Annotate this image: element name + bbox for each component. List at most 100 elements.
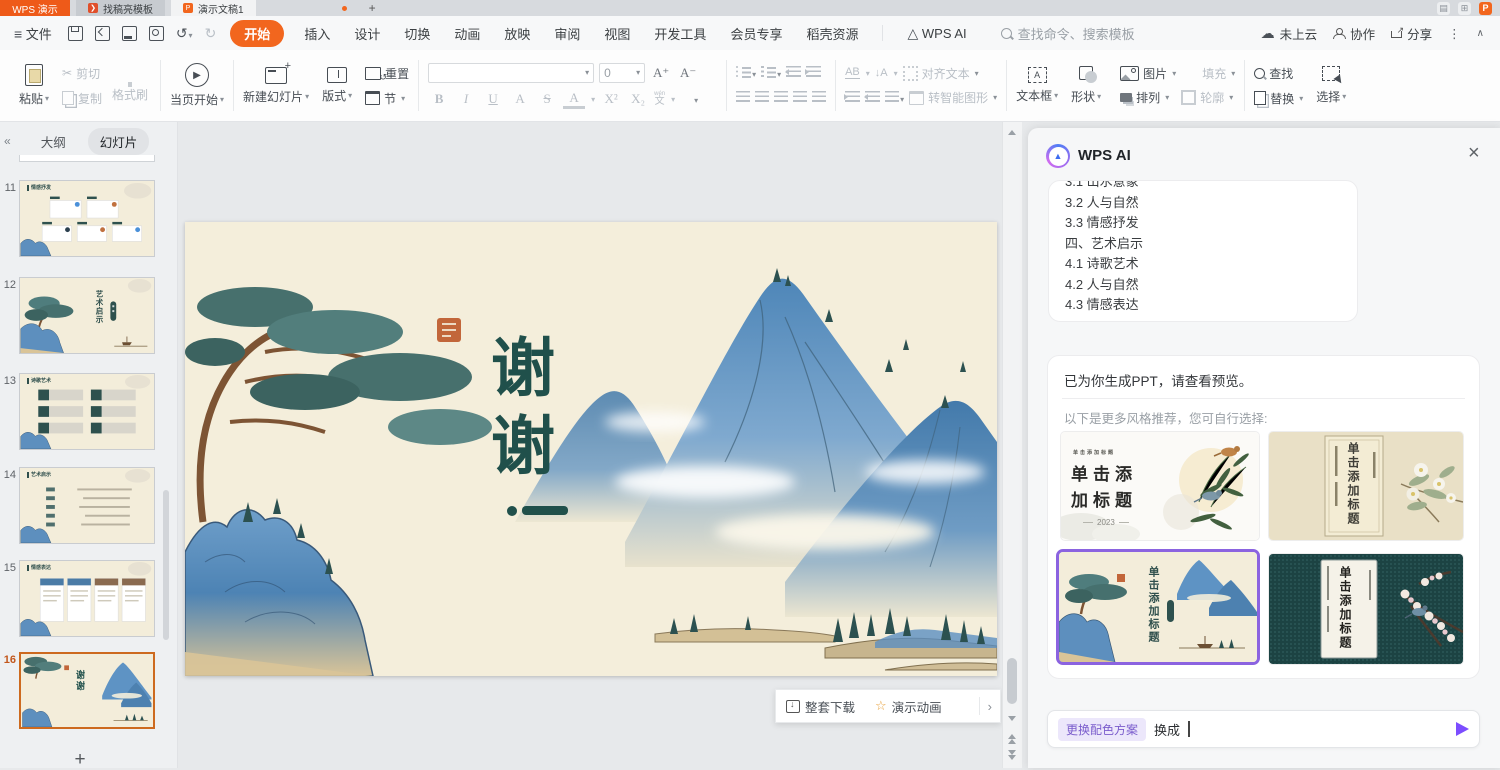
redo-button[interactable]: ↻ <box>205 25 217 42</box>
cloud-status-button[interactable]: ☁未上云 <box>1261 24 1318 43</box>
increase-indent-button[interactable] <box>806 64 821 82</box>
color-scheme-tag[interactable]: 更换配色方案 <box>1058 718 1146 741</box>
line-spacing-3-button[interactable]: ▾ <box>885 89 904 107</box>
slide-title-text[interactable]: 谢谢 <box>485 334 549 614</box>
tab-template-store[interactable]: ❯ 找稿亮模板 <box>76 0 165 16</box>
next-slide-icon2[interactable] <box>1008 755 1016 760</box>
strikethrough-button[interactable]: S <box>536 91 558 107</box>
ai-input-bar[interactable]: 更换配色方案 换成 <box>1047 710 1480 748</box>
menu-tab-animation[interactable]: 动画 <box>450 22 484 45</box>
previous-slide-icon2[interactable] <box>1008 739 1016 744</box>
notes-icon[interactable]: ▤ <box>1437 2 1450 15</box>
menu-tab-member[interactable]: 会员专享 <box>726 22 786 45</box>
tab-document[interactable]: P 演示文稿1 <box>171 0 256 16</box>
reset-button[interactable]: 重置 <box>365 65 409 82</box>
textbox-button[interactable]: A 文本框▾ <box>1016 67 1058 104</box>
print-icon[interactable] <box>122 26 137 41</box>
scroll-down-icon[interactable] <box>1008 716 1016 721</box>
new-tab-button[interactable]: + <box>369 1 376 15</box>
slide-thumbnail-14[interactable]: 14 艺术启示 <box>0 467 178 545</box>
line-spacing-1-button[interactable] <box>845 89 860 107</box>
file-menu[interactable]: ≡ 文件 <box>10 22 56 45</box>
ai-outline-card[interactable]: 3.1 山水意象 3.2 人与自然 3.3 情感抒发 四、艺术启示 4.1 诗歌… <box>1048 180 1358 322</box>
distribute-button[interactable] <box>812 89 826 107</box>
partial-slide-thumbnail[interactable] <box>19 155 155 162</box>
fill-button[interactable]: 填充▾ <box>1188 65 1235 82</box>
new-slide-button[interactable]: 新建幻灯片▾ <box>243 67 309 105</box>
cut-button[interactable]: ✂剪切 <box>62 65 102 82</box>
pinyin-guide-button[interactable]: wén文 <box>654 91 665 107</box>
menu-tab-transition[interactable]: 切换 <box>400 22 434 45</box>
share-button[interactable]: 分享 <box>1391 24 1432 43</box>
underline-button[interactable]: U <box>482 91 504 107</box>
template-option-1[interactable]: 单击添加标题 单击添 加标题 2023 <box>1061 432 1259 540</box>
font-size-select[interactable]: 0▾ <box>599 63 645 83</box>
superscript-button[interactable]: X² <box>600 91 622 107</box>
tab-outline[interactable]: 大纲 <box>29 128 78 155</box>
decrease-indent-button[interactable] <box>786 64 801 82</box>
subscript-button[interactable]: X₂ <box>627 91 649 107</box>
arrange-button[interactable]: 排列▾ <box>1120 89 1169 106</box>
clear-format-button[interactable] <box>704 64 717 82</box>
collapse-ribbon-button[interactable]: ∧ <box>1477 28 1484 39</box>
close-panel-button[interactable]: × <box>1468 142 1480 165</box>
font-color-button[interactable]: A <box>563 90 585 109</box>
send-button[interactable] <box>1456 722 1469 736</box>
undo-button[interactable]: ↺▾ <box>176 25 193 42</box>
sidebar-scrollbar[interactable] <box>163 490 169 640</box>
align-text-button[interactable]: 对齐文本▾ <box>903 65 979 82</box>
menu-tab-devtools[interactable]: 开发工具 <box>650 22 710 45</box>
apps-grid-icon[interactable]: ⊞ <box>1458 2 1471 15</box>
tab-slides[interactable]: 幻灯片 <box>88 128 150 155</box>
section-button[interactable]: 节▾ <box>365 90 409 107</box>
export-icon[interactable] <box>95 26 110 41</box>
add-slide-button[interactable]: + <box>70 750 90 770</box>
text-direction-button[interactable]: AB <box>845 67 860 79</box>
decrease-font-button[interactable]: A⁻ <box>677 65 699 81</box>
vertical-text-button[interactable]: ↓A <box>875 68 888 79</box>
highlight-button[interactable]: ▾ <box>680 90 698 108</box>
menu-tab-view[interactable]: 视图 <box>600 22 634 45</box>
scrollbar-thumb[interactable] <box>1007 658 1017 704</box>
menu-tab-review[interactable]: 审阅 <box>550 22 584 45</box>
bold-button[interactable]: B <box>428 91 450 107</box>
line-spacing-2-button[interactable] <box>865 89 880 107</box>
print-preview-icon[interactable] <box>149 26 164 41</box>
save-icon[interactable] <box>68 26 83 41</box>
bullet-list-button[interactable]: ▾ <box>736 64 756 82</box>
replace-button[interactable]: 替换▾ <box>1254 90 1303 107</box>
slide-thumbnail-13[interactable]: 13 诗歌艺术 <box>0 373 178 451</box>
scroll-up-icon[interactable] <box>1008 130 1016 135</box>
more-options-button[interactable]: ⋮ <box>1448 26 1461 41</box>
collaborate-button[interactable]: 协作 <box>1333 24 1375 43</box>
shapes-button[interactable]: 形状▾ <box>1065 66 1107 105</box>
justify-button[interactable] <box>793 89 807 107</box>
font-family-select[interactable]: ▾ <box>428 63 594 83</box>
find-button[interactable]: 查找 <box>1254 65 1303 82</box>
select-button[interactable]: 选择▾ <box>1310 66 1352 105</box>
menu-tab-insert[interactable]: 插入 <box>300 22 334 45</box>
character-button[interactable]: A <box>509 91 531 107</box>
tab-wps-app[interactable]: WPS 演示 <box>0 0 70 16</box>
align-center-button[interactable] <box>755 89 769 107</box>
italic-button[interactable]: I <box>455 91 477 107</box>
slide-thumbnail-15[interactable]: 15 情感表达 <box>0 560 178 638</box>
menu-tab-slideshow[interactable]: 放映 <box>500 22 534 45</box>
menu-tab-design[interactable]: 设计 <box>350 22 384 45</box>
copy-button[interactable]: 复制 <box>62 90 102 107</box>
align-left-button[interactable] <box>736 89 750 107</box>
dock-expand-chevron[interactable]: › <box>980 699 1000 714</box>
current-slide[interactable]: 谢谢 <box>185 222 997 676</box>
play-from-current-button[interactable]: ▶ 当页开始▾ <box>170 63 224 108</box>
layout-button[interactable]: 版式▾ <box>316 67 358 104</box>
slide-thumbnail-12[interactable]: 12 艺术启示 <box>0 277 178 355</box>
outline-button[interactable]: 轮廓▾ <box>1181 89 1233 106</box>
slide-thumbnail-16-selected[interactable]: 16 谢谢 <box>0 652 178 730</box>
demo-animation-button[interactable]: ☆演示动画 <box>865 697 952 716</box>
numbered-list-button[interactable]: ▾ <box>761 64 781 82</box>
to-smartart-button[interactable]: 转智能图形▾ <box>909 89 997 106</box>
picture-button[interactable]: 图片▾ <box>1120 65 1176 82</box>
canvas-scrollbar[interactable] <box>1002 122 1022 768</box>
slide-thumbnail-11[interactable]: 11 情感抒发 <box>0 180 178 258</box>
menu-tab-wps-ai[interactable]: △ WPS AI <box>903 23 970 44</box>
